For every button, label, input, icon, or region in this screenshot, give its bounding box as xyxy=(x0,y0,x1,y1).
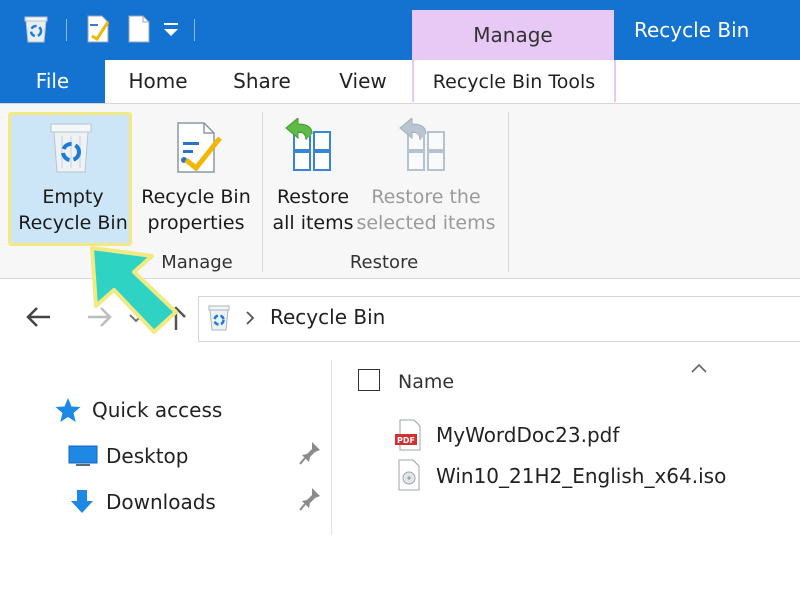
tab-share[interactable]: Share xyxy=(226,60,298,103)
pane-divider[interactable] xyxy=(331,360,332,535)
file-row-name[interactable]: Win10_21H2_English_x64.iso xyxy=(436,464,726,488)
desktop-icon xyxy=(68,444,98,468)
restore-selected-items-label-line2: selected items xyxy=(356,212,496,234)
file-row-name[interactable]: MyWordDoc23.pdf xyxy=(436,423,619,447)
properties-quick-icon[interactable] xyxy=(84,14,112,44)
customize-quick-access-dropdown-icon[interactable] xyxy=(160,20,182,40)
downloads-arrow-icon xyxy=(68,488,96,516)
tab-home[interactable]: Home xyxy=(120,60,196,103)
select-all-checkbox[interactable] xyxy=(358,369,380,391)
recycle-bin-properties-label-line2: properties xyxy=(147,212,245,234)
recycle-bin-icon[interactable] xyxy=(22,14,50,44)
restore-all-items-label-line2: all items xyxy=(272,212,354,234)
breadcrumb-location[interactable]: Recycle Bin xyxy=(270,305,385,329)
ribbon-group-separator xyxy=(508,112,509,272)
restore-selected-large-icon xyxy=(398,116,452,176)
new-document-quick-icon[interactable] xyxy=(126,14,152,44)
back-arrow-icon[interactable] xyxy=(24,304,54,330)
empty-recycle-bin-label-line1: Empty xyxy=(42,186,104,208)
window-title: Recycle Bin xyxy=(634,18,750,42)
breadcrumb-chevron-icon[interactable] xyxy=(244,310,256,326)
restore-all-items-label-line1: Restore xyxy=(276,186,350,208)
restore-group-label: Restore xyxy=(349,252,419,273)
tab-recycle-bin-tools[interactable]: Recycle Bin Tools xyxy=(412,60,616,102)
address-recycle-bin-icon xyxy=(206,304,232,332)
ribbon-group-separator xyxy=(262,112,263,272)
pin-icon[interactable] xyxy=(298,440,322,466)
quick-access-star-icon xyxy=(54,396,82,424)
quick-access-separator xyxy=(66,19,67,41)
pin-icon[interactable] xyxy=(298,486,322,512)
quick-access-separator xyxy=(194,19,195,41)
nav-item-downloads[interactable]: Downloads xyxy=(106,490,216,514)
disc-image-file-icon xyxy=(396,459,422,491)
nav-item-quick-access[interactable]: Quick access xyxy=(92,398,222,422)
manage-context-tab[interactable]: Manage xyxy=(412,10,614,60)
recycle-bin-large-icon xyxy=(46,120,96,176)
properties-large-icon xyxy=(172,120,224,176)
nav-item-desktop[interactable]: Desktop xyxy=(106,444,188,468)
callout-arrow-icon xyxy=(84,240,196,340)
pdf-file-icon: PDF xyxy=(394,419,424,451)
restore-selected-items-label-line1: Restore the xyxy=(371,186,481,208)
tab-view[interactable]: View xyxy=(330,60,396,103)
empty-recycle-bin-label-line2: Recycle Bin xyxy=(18,212,128,234)
tab-file[interactable]: File xyxy=(0,60,105,103)
restore-all-large-icon xyxy=(284,116,338,176)
svg-text:PDF: PDF xyxy=(397,436,415,445)
sort-chevron-up-icon[interactable] xyxy=(690,360,708,374)
recycle-bin-properties-label-line1: Recycle Bin xyxy=(141,186,251,208)
name-column-header[interactable]: Name xyxy=(398,371,454,393)
